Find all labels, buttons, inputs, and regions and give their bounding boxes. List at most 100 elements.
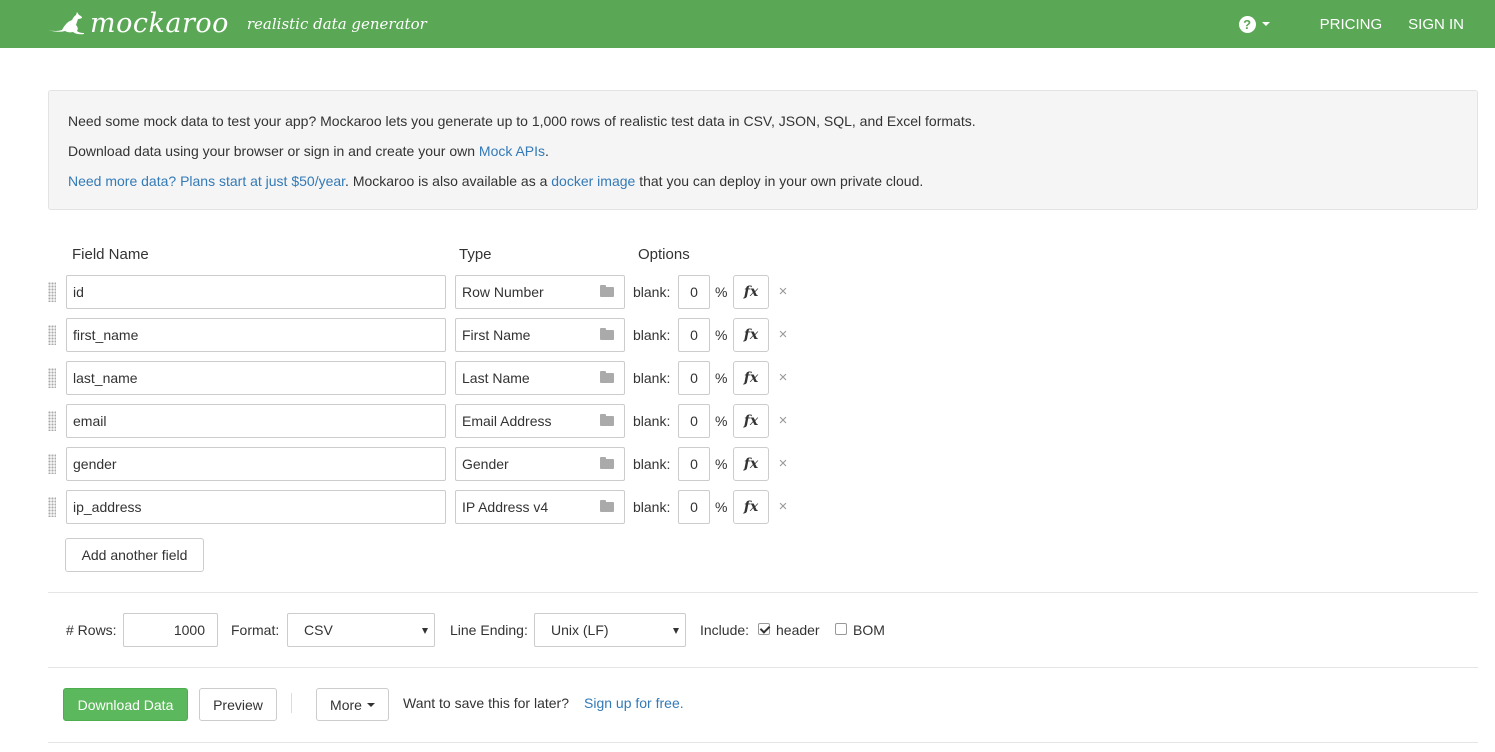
rows-label: # Rows:: [66, 622, 117, 638]
drag-handle-icon[interactable]: [48, 454, 56, 474]
line-ending-select[interactable]: Unix (LF): [534, 613, 686, 647]
formula-button[interactable]: fx: [733, 361, 769, 395]
remove-field-icon[interactable]: ×: [777, 318, 789, 352]
info-text: .: [545, 143, 549, 159]
field-type-label: IP Address v4: [462, 499, 549, 515]
field-name-input[interactable]: [66, 490, 446, 524]
field-row: First Name blank:% fx×: [46, 318, 806, 352]
drag-handle-icon[interactable]: [48, 411, 56, 431]
field-type-label: Last Name: [462, 370, 530, 386]
download-data-button[interactable]: Download Data: [63, 688, 188, 721]
remove-field-icon[interactable]: ×: [777, 361, 789, 395]
more-label: More: [330, 696, 362, 713]
field-type-selector[interactable]: Last Name: [455, 361, 625, 395]
header-checkbox[interactable]: [758, 623, 770, 635]
field-type-label: Gender: [462, 456, 509, 472]
help-dropdown[interactable]: ?: [1238, 15, 1270, 33]
formula-button[interactable]: fx: [733, 318, 769, 352]
preview-button[interactable]: Preview: [199, 688, 277, 721]
info-text: that you can deploy in your own private …: [635, 173, 924, 189]
button-separator: [291, 693, 292, 713]
remove-field-icon[interactable]: ×: [777, 275, 789, 309]
blank-label: blank:: [633, 327, 671, 343]
remove-field-icon[interactable]: ×: [777, 490, 789, 524]
field-row: IP Address v4 blank:% fx×: [46, 490, 806, 524]
rows-input[interactable]: [123, 613, 218, 647]
kangaroo-logo-icon: [48, 12, 84, 35]
field-type-label: Email Address: [462, 413, 552, 429]
include-label: Include:: [700, 622, 750, 638]
nav-right: ? PRICING SIGN IN: [1238, 0, 1464, 48]
blank-percent-input[interactable]: [678, 361, 710, 395]
remove-field-icon[interactable]: ×: [777, 404, 789, 438]
field-type-selector[interactable]: IP Address v4: [455, 490, 625, 524]
navbar: mockaroo realistic data generator ? PRIC…: [0, 0, 1495, 48]
header-checkbox-label[interactable]: header: [776, 613, 820, 647]
field-type-selector[interactable]: Gender: [455, 447, 625, 481]
folder-icon: [600, 414, 614, 426]
drag-handle-icon[interactable]: [48, 282, 56, 302]
percent-sign: %: [715, 413, 728, 429]
field-name-input[interactable]: [66, 361, 446, 395]
drag-handle-icon[interactable]: [48, 325, 56, 345]
save-prompt: Want to save this for later?: [403, 695, 569, 711]
pricing-plans-link[interactable]: Need more data? Plans start at just $50/…: [68, 173, 345, 189]
format-label: Format:: [231, 622, 280, 638]
info-text: Download data using your browser or sign…: [68, 143, 479, 159]
field-name-input[interactable]: [66, 275, 446, 309]
percent-sign: %: [715, 456, 728, 472]
blank-label: blank:: [633, 370, 671, 386]
field-type-selector[interactable]: Row Number: [455, 275, 625, 309]
type-header: Type: [459, 246, 492, 263]
field-type-selector[interactable]: First Name: [455, 318, 625, 352]
add-field-button[interactable]: Add another field: [65, 538, 204, 572]
blank-percent-input[interactable]: [678, 318, 710, 352]
formula-button[interactable]: fx: [733, 490, 769, 524]
percent-sign: %: [715, 284, 728, 300]
bom-checkbox-label[interactable]: BOM: [853, 613, 885, 647]
nav-sign-in-link[interactable]: SIGN IN: [1408, 16, 1464, 33]
format-select[interactable]: CSV: [287, 613, 435, 647]
bom-checkbox[interactable]: [835, 623, 847, 635]
percent-sign: %: [715, 327, 728, 343]
percent-sign: %: [715, 370, 728, 386]
blank-label: blank:: [633, 413, 671, 429]
info-panel: Need some mock data to test your app? Mo…: [48, 90, 1478, 210]
signup-link[interactable]: Sign up for free.: [584, 695, 684, 711]
field-type-label: First Name: [462, 327, 531, 343]
field-type-selector[interactable]: Email Address: [455, 404, 625, 438]
blank-percent-input[interactable]: [678, 275, 710, 309]
field-row: Email Address blank:% fx×: [46, 404, 806, 438]
caret-down-icon: [1261, 22, 1270, 26]
brand[interactable]: mockaroo realistic data generator: [46, 9, 427, 39]
format-value: CSV: [304, 622, 333, 638]
blank-percent-input[interactable]: [678, 490, 710, 524]
more-dropdown-button[interactable]: More: [316, 688, 389, 721]
percent-sign: %: [715, 499, 728, 515]
formula-button[interactable]: fx: [733, 275, 769, 309]
mock-apis-link[interactable]: Mock APIs: [479, 143, 545, 159]
drag-handle-icon[interactable]: [48, 368, 56, 388]
field-name-input[interactable]: [66, 318, 446, 352]
options-header: Options: [638, 246, 690, 263]
field-name-input[interactable]: [66, 404, 446, 438]
blank-percent-input[interactable]: [678, 447, 710, 481]
info-line-2: Download data using your browser or sign…: [68, 136, 1458, 166]
info-line-3: Need more data? Plans start at just $50/…: [68, 166, 1458, 196]
line-ending-label: Line Ending:: [450, 622, 528, 638]
drag-handle-icon[interactable]: [48, 497, 56, 517]
formula-button[interactable]: fx: [733, 447, 769, 481]
info-line-1: Need some mock data to test your app? Mo…: [68, 106, 1458, 136]
brand-name: mockaroo: [90, 8, 229, 39]
info-text: . Mockaroo is also available as a: [345, 173, 552, 189]
formula-button[interactable]: fx: [733, 404, 769, 438]
blank-percent-input[interactable]: [678, 404, 710, 438]
nav-pricing-link[interactable]: PRICING: [1320, 16, 1383, 33]
divider: [48, 667, 1478, 668]
remove-field-icon[interactable]: ×: [777, 447, 789, 481]
docker-image-link[interactable]: docker image: [551, 173, 635, 189]
field-row: Gender blank:% fx×: [46, 447, 806, 481]
field-name-input[interactable]: [66, 447, 446, 481]
folder-icon: [600, 328, 614, 340]
brand-tagline: realistic data generator: [246, 15, 427, 33]
